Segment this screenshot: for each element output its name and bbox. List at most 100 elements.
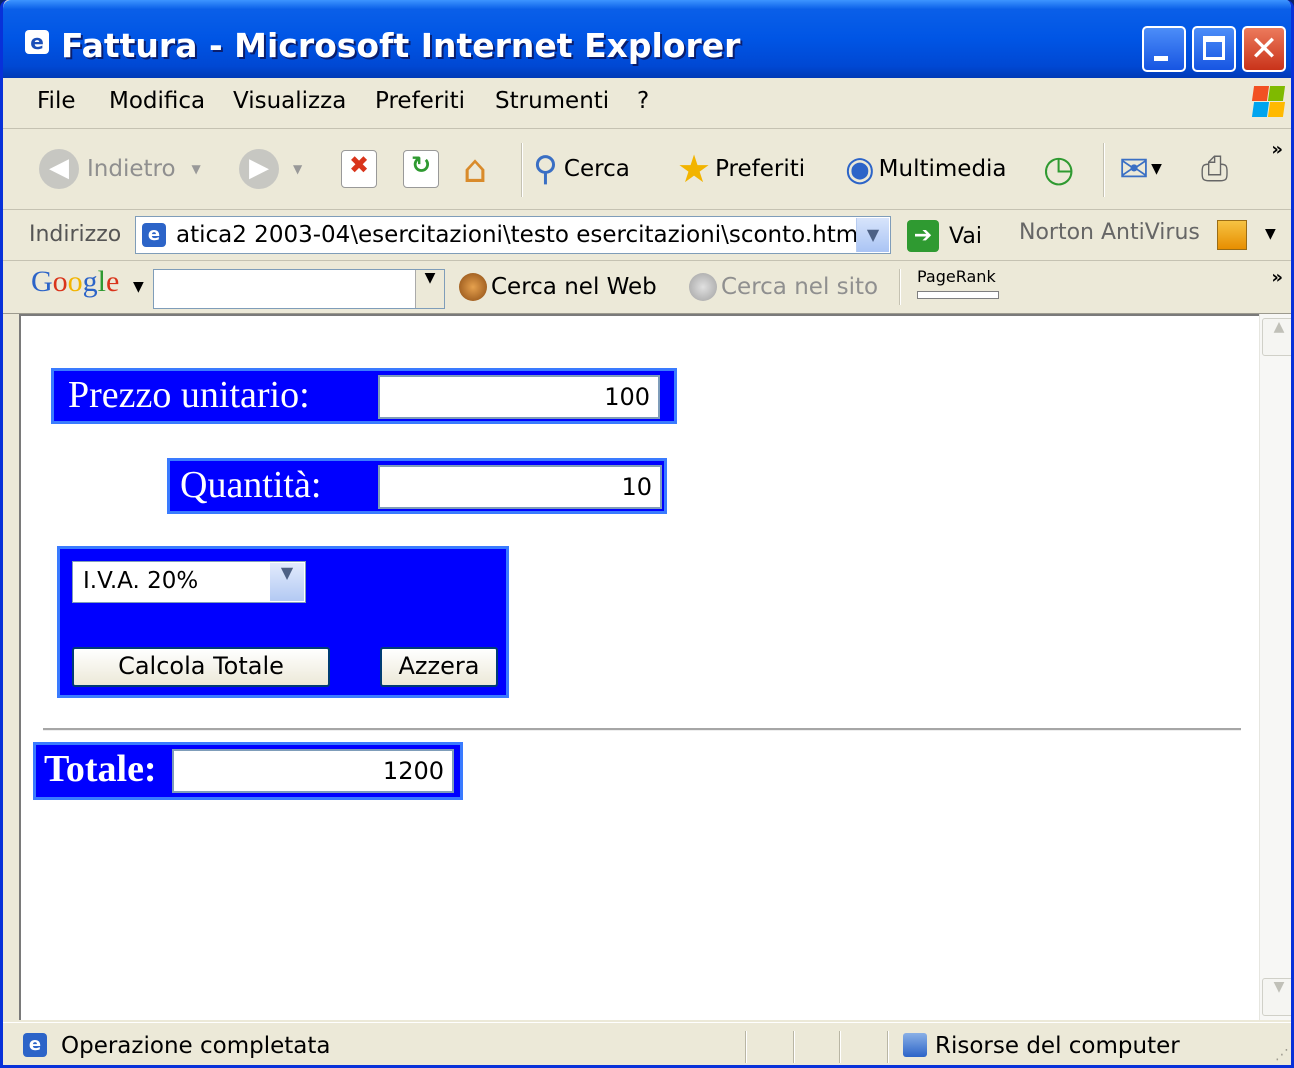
search-web-button[interactable]: Cerca nel Web [459,273,657,301]
back-dropdown-icon[interactable]: ▼ [192,162,201,176]
address-label: Indirizzo [29,222,122,247]
window-title: Fattura - Microsoft Internet Explorer [61,26,741,65]
scroll-down-icon[interactable]: ▼ [1262,978,1291,1016]
address-value: atica2 2003-04\esercitazioni\testo eserc… [176,222,859,248]
norton-label[interactable]: Norton AntiVirus [1019,220,1200,245]
search-icon: ⚲ [533,149,558,189]
google-search-dropdown-icon[interactable]: ▼ [415,270,444,308]
go-button[interactable]: ➔ Vai [907,220,982,252]
back-label: Indietro [87,156,176,182]
favorites-button[interactable]: ★ Preferiti [677,143,805,195]
forward-dropdown-icon[interactable]: ▼ [293,162,302,176]
menu-file[interactable]: File [37,88,76,114]
total-output[interactable]: 1200 [172,749,454,793]
menu-strumenti[interactable]: Strumenti [495,88,609,114]
zone-text: Risorse del computer [935,1033,1180,1059]
forward-arrow-icon: ▶ [239,149,279,189]
quantity-panel: Quantità: 10 [167,458,667,514]
history-icon: ◷ [1043,148,1075,190]
favorites-label: Preferiti [715,156,806,182]
google-more-icon[interactable]: » [1271,267,1283,288]
search-site-label: Cerca nel sito [721,274,879,300]
google-toolbar: Google ▼ ▼ Cerca nel Web Cerca nel sito … [3,261,1291,314]
browser-window: e Fattura - Microsoft Internet Explorer … [0,0,1294,1068]
home-button[interactable]: ⌂ [463,143,487,195]
search-button[interactable]: ⚲ Cerca [533,143,630,195]
go-label: Vai [949,223,982,249]
menu-preferiti[interactable]: Preferiti [375,88,465,114]
toolbar-more-icon[interactable]: » [1271,139,1283,160]
media-icon: ◉ [845,149,875,189]
maximize-button[interactable] [1192,26,1236,72]
status-divider [887,1031,889,1063]
google-search-input[interactable]: ▼ [153,269,445,309]
back-arrow-icon: ◀ [39,149,79,189]
vat-dropdown-icon[interactable]: ▼ [270,563,304,601]
menu-help[interactable]: ? [637,88,649,114]
forward-button[interactable]: ▶ ▼ [239,143,302,195]
vertical-scrollbar[interactable]: ▲ ▼ [1259,314,1291,1020]
menu-modifica[interactable]: Modifica [109,88,205,114]
star-icon: ★ [677,147,712,191]
calculate-total-button[interactable]: Calcola Totale [72,647,330,687]
print-icon: ⎙ [1201,149,1229,189]
page-status-icon: e [23,1033,47,1057]
google-separator [899,269,901,305]
go-arrow-icon: ➔ [907,220,939,252]
close-button[interactable]: ✕ [1242,26,1286,72]
refresh-button[interactable]: ↻ [403,143,439,195]
reset-button[interactable]: Azzera [380,647,498,687]
google-menu-dropdown-icon[interactable]: ▼ [133,279,144,295]
mail-dropdown-icon[interactable]: ▼ [1151,161,1162,177]
binoculars-icon [459,273,487,301]
address-input[interactable]: e atica2 2003-04\esercitazioni\testo ese… [135,216,891,254]
search-web-label: Cerca nel Web [491,274,657,300]
maximize-icon [1203,36,1225,60]
norton-icon[interactable] [1217,220,1247,250]
resize-grip-icon[interactable]: ⋰ [1275,1047,1289,1063]
minimize-icon [1154,56,1168,61]
windows-logo-icon [1251,84,1286,120]
ie-icon: e [25,30,49,54]
standard-toolbar: ◀ Indietro ▼ ▶ ▼ ✖ ↻ ⌂ ⚲ Cerca ★ Preferi… [3,129,1291,210]
scroll-up-icon[interactable]: ▲ [1262,318,1291,356]
title-bar[interactable]: e Fattura - Microsoft Internet Explorer … [3,0,1291,78]
address-bar: Indirizzo e atica2 2003-04\esercitazioni… [3,210,1291,261]
unit-price-input[interactable]: 100 [378,375,660,419]
total-label: Totale: [44,748,157,790]
stop-icon: ✖ [341,150,377,188]
refresh-icon: ↻ [403,150,439,188]
search-site-button[interactable]: Cerca nel sito [689,273,878,301]
unit-price-panel: Prezzo unitario: 100 [51,368,677,424]
page-content: Prezzo unitario: 100 Quantità: 10 I.V.A.… [19,314,1259,1020]
search-label: Cerca [563,156,630,182]
mail-icon: ✉ [1119,148,1150,190]
status-divider [745,1031,747,1063]
norton-dropdown-icon[interactable]: ▼ [1265,226,1276,242]
divider [43,728,1241,731]
quantity-input[interactable]: 10 [378,465,662,509]
status-text: Operazione completata [61,1033,331,1059]
media-label: Multimedia [878,156,1007,182]
mail-button[interactable]: ✉ ▼ [1119,143,1162,195]
back-button[interactable]: ◀ Indietro ▼ [39,143,201,195]
menu-bar: File Modifica Visualizza Preferiti Strum… [3,78,1291,129]
total-panel: Totale: 1200 [33,742,463,800]
close-icon: ✕ [1249,29,1279,69]
media-button[interactable]: ◉ Multimedia [845,143,1007,195]
vat-panel: I.V.A. 20% ▼ Calcola Totale Azzera [57,546,509,698]
vat-select[interactable]: I.V.A. 20% ▼ [72,561,306,603]
status-bar: e Operazione completata Risorse del comp… [3,1022,1291,1065]
history-button[interactable]: ◷ [1043,143,1074,195]
google-logo[interactable]: Google [31,265,119,299]
minimize-button[interactable] [1142,26,1186,72]
vat-selected-value: I.V.A. 20% [83,568,199,594]
status-divider [839,1031,841,1063]
stop-button[interactable]: ✖ [341,143,377,195]
print-button[interactable]: ⎙ [1201,143,1228,195]
menu-visualizza[interactable]: Visualizza [233,88,346,114]
pagerank-label: PageRank [917,267,996,286]
toolbar-separator [1103,143,1105,197]
address-dropdown-icon[interactable]: ▼ [856,218,889,252]
home-icon: ⌂ [463,147,488,191]
